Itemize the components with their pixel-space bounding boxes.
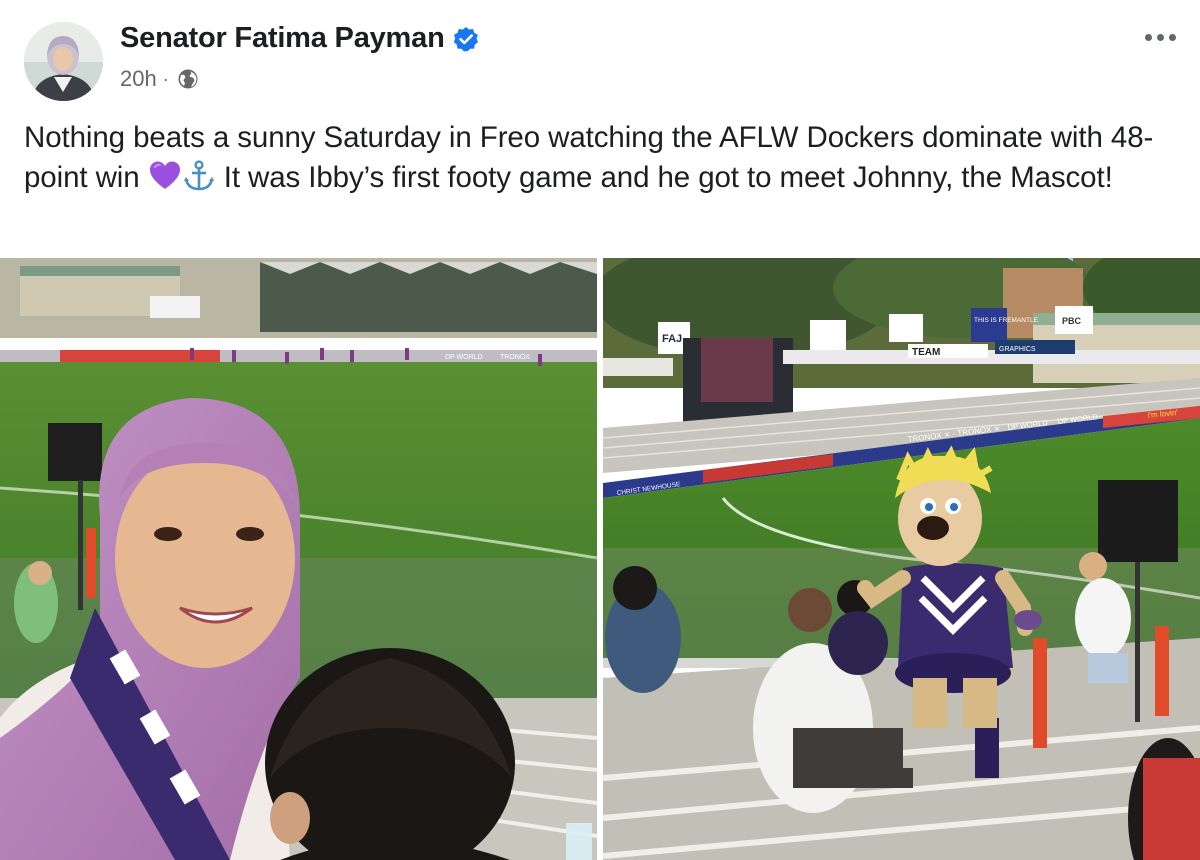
sign-pbc: PBC (1062, 316, 1082, 326)
anchor-icon (182, 159, 216, 193)
banner-graphics: GRAPHICS (999, 346, 1036, 353)
globe-icon[interactable] (177, 68, 199, 90)
photo-selfie-at-stadium[interactable]: DP WORLD TRONOX (0, 258, 597, 860)
post-meta: 20h · (120, 66, 199, 92)
facebook-post: Senator Fatima Payman 20h · Nothing beat… (0, 0, 1200, 860)
more-options-button[interactable] (1140, 22, 1180, 52)
sign-this-is-fremantle: THIS IS FREMANTLE (974, 317, 1039, 324)
caption-text-2: It was Ibby’s first footy game and he go… (215, 161, 1113, 194)
meta-separator: · (162, 68, 169, 89)
post-time[interactable]: 20h (120, 66, 157, 92)
banner-team: TEAM (912, 347, 940, 358)
post-caption: Nothing beats a sunny Saturday in Freo w… (24, 118, 1184, 198)
author-name[interactable]: Senator Fatima Payman (120, 22, 445, 55)
avatar[interactable] (24, 22, 103, 101)
ad-board-dp-world: DP WORLD (445, 354, 483, 361)
sign-faj: FAJ (662, 333, 682, 345)
photo-mascot-johnny[interactable]: FAJ THIS IS FREMANTLE PBC TEAM GRAPHICS (603, 258, 1200, 860)
more-horizontal-icon (1144, 33, 1152, 41)
ad-board-tronox: TRONOX (500, 354, 530, 361)
purple-heart-icon (148, 159, 182, 193)
author-name-row: Senator Fatima Payman (120, 22, 479, 55)
profile-photo (24, 22, 103, 101)
verified-badge-icon (453, 26, 479, 52)
